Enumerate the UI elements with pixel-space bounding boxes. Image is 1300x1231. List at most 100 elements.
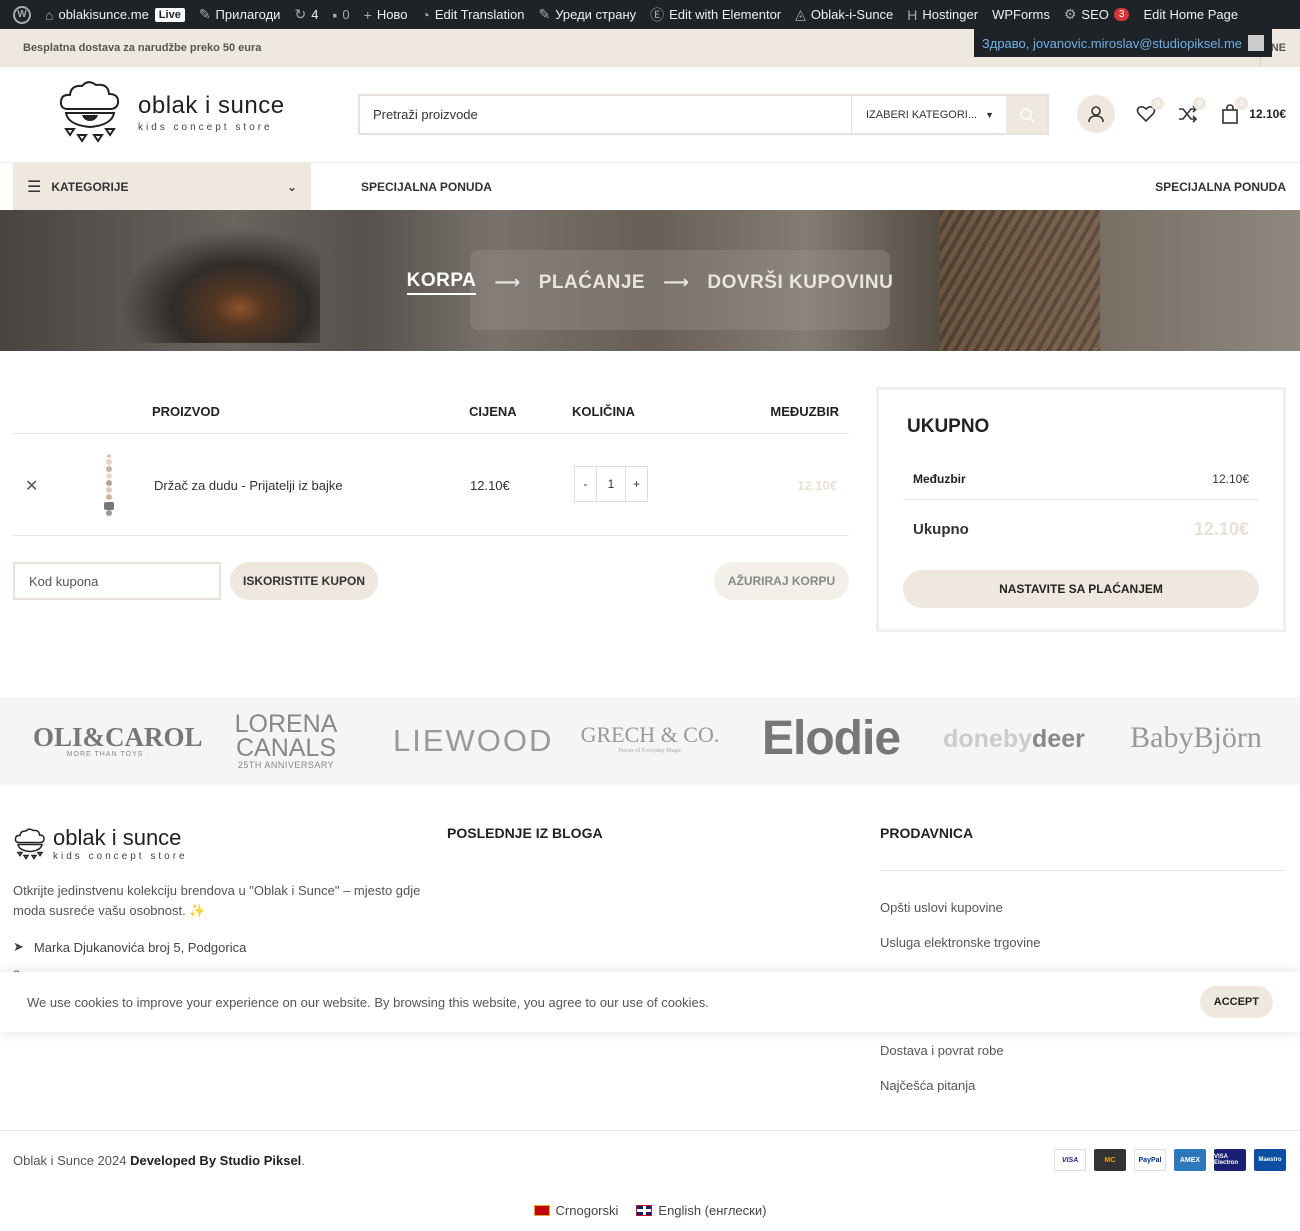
search-input[interactable]: [360, 96, 851, 133]
header-quantity: KOLIČINA: [572, 404, 635, 419]
header-product: PROIZVOD: [152, 404, 220, 419]
account-greeting: Здраво, jovanovic.miroslav@studiopiksel.…: [981, 35, 1242, 51]
chevron-down-icon: ⌄: [286, 180, 297, 194]
hamburger-icon: ☰: [27, 179, 42, 196]
apply-coupon-button[interactable]: ISKORISTITE KUPON: [230, 562, 378, 600]
coupon-input[interactable]: Kod kupona: [13, 562, 221, 600]
wishlist-count-badge: 0: [1151, 97, 1165, 110]
step-cart[interactable]: KORPA: [406, 270, 477, 295]
lang-me[interactable]: Crnogorski: [533, 1203, 619, 1218]
developer-link[interactable]: Developed By Studio Piksel: [130, 1153, 301, 1168]
elementor-icon: Ⓔ: [650, 6, 665, 23]
site-name: oblakisunce.me: [58, 7, 149, 22]
brand-elodie[interactable]: Elodie: [755, 711, 907, 766]
quantity-increase-button[interactable]: +: [626, 467, 647, 501]
footer-description: Otkrijte jedinstvenu kolekciju brendova …: [13, 883, 421, 918]
seo-label: SEO: [1081, 7, 1109, 22]
comments-count: 0: [342, 7, 350, 22]
wp-admin-bar: W ⌂ oblakisunce.me Live ✎ Прилагоди ↻ 4 ▪ 0…: [0, 0, 1300, 29]
avatar: [1248, 35, 1264, 51]
quantity-decrease-button[interactable]: -: [575, 467, 596, 501]
lang-en[interactable]: English (енглески): [636, 1203, 766, 1218]
footer-link-faq[interactable]: Najčešća pitanja: [880, 1078, 975, 1093]
step-checkout[interactable]: PLAĆANJE: [539, 272, 645, 294]
copyright-period: .: [301, 1153, 305, 1168]
done-by-deer-text-2: deer: [1032, 725, 1085, 753]
cart-table-header: PROIZVOD CIJENA KOLIČINA MEĐUZBIR: [13, 390, 849, 434]
admin-comments-link[interactable]: ▪ 0: [325, 0, 356, 29]
brand-liewood[interactable]: LIEWOOD: [393, 723, 551, 759]
remove-item-icon[interactable]: ✕: [25, 476, 38, 496]
arrow-right-icon: ⟶: [494, 272, 521, 292]
site-footer: oblak i sunce kids concept store Otkrijt…: [0, 785, 1300, 1130]
admin-home-link[interactable]: Edit Home Page: [1136, 0, 1245, 29]
maestro-icon: Maestro: [1254, 1149, 1286, 1171]
cart-button[interactable]: 1: [1219, 97, 1249, 125]
product-subtotal: 12.10€: [797, 478, 837, 493]
translate-icon: ◔: [421, 6, 430, 23]
step-complete[interactable]: DOVRŠI KUPOVINU: [707, 272, 893, 294]
grech-tagline: Pieces of Everyday Magic: [618, 748, 682, 754]
footer-link-ecommerce[interactable]: Usluga elektronske trgovine: [880, 935, 1040, 950]
admin-wpforms-link[interactable]: WPForms: [985, 0, 1057, 29]
admin-translation-link[interactable]: ◔ Edit Translation: [414, 0, 531, 29]
dashboard-icon: ⌂: [45, 6, 54, 23]
brush-icon: ✎: [198, 6, 211, 22]
admin-new-link[interactable]: + Ново: [357, 0, 415, 29]
header-subtotal: MEĐUZBIR: [770, 404, 839, 419]
site-logo[interactable]: oblak i sunce kids concept store: [56, 79, 285, 145]
copyright-text: Oblak i Sunce 2024: [13, 1153, 131, 1168]
main-nav: ☰ KATEGORIJE ⌄ SPECIJALNA PONUDA SPECIJA…: [0, 162, 1300, 211]
paypal-icon: PayPal: [1134, 1149, 1166, 1171]
total-value: 12.10€: [1193, 518, 1249, 539]
site-header: oblak i sunce kids concept store IZABERI…: [0, 67, 1300, 162]
brand-done-by-deer[interactable]: donebydeer: [940, 725, 1088, 754]
oli-carol-tagline: · MORE THAN TOYS ·: [60, 751, 150, 758]
admin-elementor-link[interactable]: Ⓔ Edit with Elementor: [643, 0, 788, 29]
new-label: Ново: [376, 7, 408, 22]
nav-special-offer[interactable]: SPECIJALNA PONUDA: [361, 180, 492, 194]
brand-grech[interactable]: GRECH & CO. Pieces of Everyday Magic: [575, 722, 725, 754]
wp-logo-menu[interactable]: W: [6, 0, 38, 29]
admin-hostinger-link[interactable]: H Hostinger: [900, 0, 985, 29]
wishlist-button[interactable]: 0: [1135, 97, 1165, 125]
nav-special-offer-right[interactable]: SPECIJALNA PONUDA: [1155, 180, 1286, 194]
footer-logo[interactable]: oblak i sunce kids concept store: [13, 825, 188, 862]
oli-carol-logo-text: OLI&CAROL: [33, 722, 203, 752]
quantity-input[interactable]: 1: [596, 467, 626, 501]
categories-menu-button[interactable]: ☰ KATEGORIJE ⌄: [13, 163, 311, 211]
admin-updates-link[interactable]: ↻ 4: [287, 0, 325, 29]
brand-lorena-canals[interactable]: LORENA CANALS 25TH ANNIVERSARY: [232, 712, 340, 771]
admin-site-link[interactable]: ⌂ oblakisunce.me Live: [38, 0, 192, 29]
admin-oblak-link[interactable]: ◬ Oblak-i-Sunce: [788, 0, 900, 29]
admin-customize-link[interactable]: ✎ Прилагоди: [192, 0, 288, 29]
cookie-notice: We use cookies to improve your experienc…: [0, 972, 1300, 1032]
category-select[interactable]: IZABERI KATEGORI... ▼: [851, 96, 1006, 133]
admin-edit-page-link[interactable]: ✎ Уреди страну: [532, 0, 644, 29]
updates-count: 4: [311, 7, 319, 22]
logo-title: oblak i sunce: [138, 91, 285, 119]
compare-button[interactable]: 0: [1177, 97, 1207, 125]
product-price: 12.10€: [470, 478, 510, 493]
header-cart-total[interactable]: 12.10€: [1249, 107, 1286, 121]
hostinger-icon: H: [907, 6, 918, 23]
lang-me-label: Crnogorski: [555, 1203, 619, 1218]
product-name[interactable]: Držač za dudu - Prijatelji iz bajke: [154, 478, 343, 493]
uk-flag-icon: [636, 1205, 653, 1216]
brand-oli-carol[interactable]: OLI&CAROL · MORE THAN TOYS ·: [33, 722, 203, 758]
search-button[interactable]: [1006, 96, 1047, 133]
header-price: CIJENA: [469, 404, 517, 419]
brand-babybjorn[interactable]: BabyBjörn: [1126, 721, 1266, 755]
search-bar: IZABERI KATEGORI... ▼: [358, 94, 1049, 135]
footer-bottom: Oblak i Sunce 2024 Developed By Studio P…: [0, 1130, 1300, 1231]
account-button[interactable]: [1077, 95, 1116, 133]
footer-link-terms[interactable]: Opšti uslovi kupovine: [880, 900, 1003, 915]
product-thumbnail[interactable]: [89, 452, 129, 518]
footer-link-delivery[interactable]: Dostava i povrat robe: [880, 1043, 1004, 1058]
admin-seo-link[interactable]: ⚙ SEO 3: [1057, 0, 1137, 29]
cookie-accept-button[interactable]: ACCEPT: [1199, 986, 1273, 1018]
proceed-to-checkout-button[interactable]: NASTAVITE SA PLAĆANJEM: [903, 570, 1259, 608]
admin-account-menu[interactable]: Здраво, jovanovic.miroslav@studiopiksel.…: [973, 29, 1272, 57]
update-cart-button[interactable]: AŽURIRAJ KORPU: [714, 562, 849, 600]
cart-table: PROIZVOD CIJENA KOLIČINA MEĐUZBIR ✕ Drža…: [13, 390, 849, 628]
